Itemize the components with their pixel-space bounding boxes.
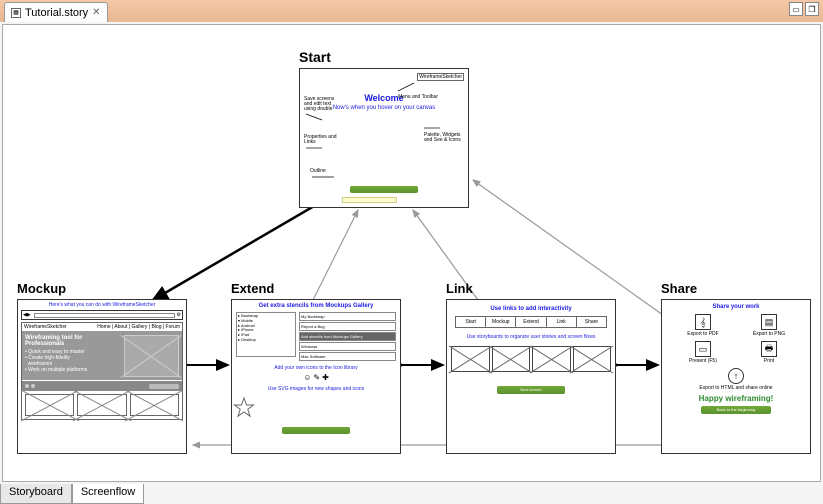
- node-title: Mockup: [17, 281, 187, 296]
- node-thumbnail: Share your work 𝄞Export to PDF ▤Export t…: [661, 299, 811, 454]
- file-tab-label: Tutorial.story: [25, 7, 88, 19]
- green-button: [282, 427, 350, 434]
- node-thumbnail: Use links to add interactivity Start Moc…: [446, 299, 616, 454]
- pdf-icon: 𝄞: [695, 314, 711, 330]
- node-thumbnail: Here's what you can do with WireframeSke…: [17, 299, 187, 454]
- stencil-list: My Bootstrap Report a Bug Add stencils f…: [299, 312, 396, 361]
- placeholder-image: [124, 335, 179, 377]
- node-mockup[interactable]: Mockup Here's what you can do with Wiref…: [17, 281, 187, 454]
- green-button: Next screen: [497, 386, 565, 394]
- star-icon: [232, 396, 256, 420]
- present-icon: ▭: [695, 341, 711, 357]
- node-title: Start: [299, 49, 469, 65]
- node-title: Share: [661, 281, 811, 296]
- green-button: [350, 186, 418, 193]
- node-share[interactable]: Share Share your work 𝄞Export to PDF ▤Ex…: [661, 281, 811, 454]
- node-thumbnail: Get extra stencils from Mockups Gallery …: [231, 299, 401, 454]
- story-file-icon: ▦: [11, 8, 21, 18]
- button-bar: Start Mockup Extend Link Share: [455, 316, 607, 328]
- upload-icon: ↑: [728, 368, 744, 384]
- node-title: Extend: [231, 281, 401, 296]
- minimize-button[interactable]: ▭: [789, 2, 803, 16]
- node-thumbnail: WireframeSketcher Welcome Now's when you…: [299, 68, 469, 208]
- close-tab-icon[interactable]: ✕: [92, 7, 100, 18]
- maximize-button[interactable]: ❐: [805, 2, 819, 16]
- file-tab[interactable]: ▦ Tutorial.story ✕: [4, 2, 108, 22]
- screenflow-canvas[interactable]: Start WireframeSketcher Welcome Now's wh…: [2, 24, 821, 482]
- node-extend[interactable]: Extend Get extra stencils from Mockups G…: [231, 281, 401, 454]
- app-label: WireframeSketcher: [417, 73, 464, 81]
- bottom-tab-bar: Storyboard Screenflow: [0, 484, 144, 504]
- editor-tab-bar: ▦ Tutorial.story ✕ ▭ ❐: [0, 0, 823, 22]
- node-link[interactable]: Link Use links to add interactivity Star…: [446, 281, 616, 454]
- node-title: Link: [446, 281, 616, 296]
- tab-screenflow[interactable]: Screenflow: [72, 484, 144, 504]
- png-icon: ▤: [761, 314, 777, 330]
- node-start[interactable]: Start WireframeSketcher Welcome Now's wh…: [299, 49, 469, 208]
- print-icon: 🖶: [761, 341, 777, 357]
- tree-view: ▸ Bootstrap▾ Mobile ▸ Android ▸ iPhone ▸…: [236, 312, 296, 357]
- tab-storyboard[interactable]: Storyboard: [0, 484, 72, 504]
- happy-text: Happy wireframing!: [662, 394, 810, 403]
- sticky-note: [342, 197, 397, 203]
- back-button: Back to the beginning: [701, 406, 771, 414]
